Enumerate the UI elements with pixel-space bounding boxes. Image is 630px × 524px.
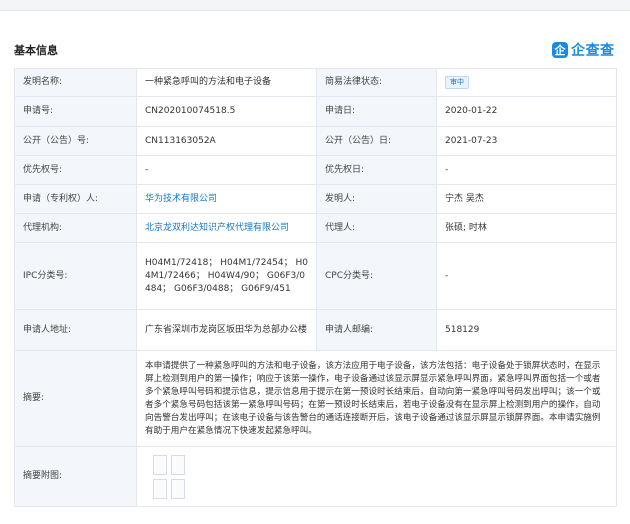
applicant-label: 申请（专利权）人:: [14, 184, 137, 214]
publication-number-label: 公开（公告）号:: [14, 126, 137, 156]
brand-name: 企查查: [571, 43, 615, 59]
table-row: 申请（专利权）人: 华为技术有限公司 发明人: 宁杰 吴杰: [14, 184, 617, 214]
applicant-address-value: 广东省深圳市龙岗区坂田华为总部办公楼: [136, 309, 317, 351]
table-row: 申请人地址: 广东省深圳市龙岗区坂田华为总部办公楼 申请人邮编: 518129: [14, 309, 617, 351]
table-row: 申请号: CN202010074518.5 申请日: 2020-01-22: [14, 96, 617, 127]
cpc-label: CPC分类号:: [316, 242, 437, 310]
figure-thumbnail: [153, 454, 167, 475]
top-strip: [0, 0, 630, 11]
abstract-figure[interactable]: [145, 451, 608, 503]
basic-info-table: 发明名称: 一种紧急呼叫的方法和电子设备 简易法律状态: 审中 申请号: CN2…: [14, 68, 617, 507]
brand-logo-icon: 企: [552, 42, 568, 58]
abstract-text: 本申请提供了一种紧急呼叫的方法和电子设备，该方法应用于电子设备，该方法包括：电子…: [136, 350, 617, 447]
application-date-label: 申请日:: [316, 96, 437, 127]
publication-date-label: 公开（公告）日:: [316, 126, 437, 156]
applicant-link[interactable]: 华为技术有限公司: [145, 194, 217, 204]
table-row: 代理机构: 北京龙双利达知识产权代理有限公司 代理人: 张硕; 时林: [14, 213, 617, 243]
table-row: 发明名称: 一种紧急呼叫的方法和电子设备 简易法律状态: 审中: [14, 68, 617, 97]
table-row: 公开（公告）号: CN113163052A 公开（公告）日: 2021-07-2…: [14, 126, 617, 156]
ipc-label: IPC分类号:: [14, 242, 137, 310]
section-title: 基本信息: [14, 44, 58, 57]
table-row: IPC分类号: H04M1/72418； H04M1/72454； H04M1/…: [14, 242, 617, 310]
abstract-figure-label: 摘要附图:: [14, 446, 137, 507]
publication-date-value: 2021-07-23: [436, 126, 617, 156]
publication-number-value: CN113163052A: [136, 126, 317, 156]
applicant-postcode-value: 518129: [436, 309, 617, 351]
priority-date-value: -: [436, 155, 617, 185]
abstract-label: 摘要:: [14, 350, 137, 447]
agency-link[interactable]: 北京龙双利达知识产权代理有限公司: [145, 223, 289, 233]
table-row: 摘要附图:: [14, 446, 617, 507]
application-number-label: 申请号:: [14, 96, 137, 127]
table-row: 优先权号: - 优先权日: -: [14, 155, 617, 185]
application-date-value: 2020-01-22: [436, 96, 617, 127]
applicant-postcode-label: 申请人邮编:: [316, 309, 437, 351]
figure-thumbnail: [171, 478, 185, 499]
figure-thumbnail: [153, 478, 167, 499]
cpc-value: -: [436, 242, 617, 310]
invention-name-value: 一种紧急呼叫的方法和电子设备: [136, 68, 317, 97]
inventor-label: 发明人:: [316, 184, 437, 214]
table-row: 摘要: 本申请提供了一种紧急呼叫的方法和电子设备，该方法应用于电子设备，该方法包…: [14, 350, 617, 447]
legal-status-label: 简易法律状态:: [316, 68, 437, 97]
priority-number-value: -: [136, 155, 317, 185]
ipc-value: H04M1/72418； H04M1/72454； H04M1/72466； H…: [136, 242, 317, 310]
invention-name-label: 发明名称:: [14, 68, 137, 97]
inventor-value: 宁杰 吴杰: [436, 184, 617, 214]
figure-thumbnail: [171, 454, 185, 475]
legal-status-badge: 审中: [445, 76, 469, 89]
agent-value: 张硕; 时林: [436, 213, 617, 243]
agency-label: 代理机构:: [14, 213, 137, 243]
application-number-value: CN202010074518.5: [136, 96, 317, 127]
priority-date-label: 优先权日:: [316, 155, 437, 185]
agent-label: 代理人:: [316, 213, 437, 243]
priority-number-label: 优先权号:: [14, 155, 137, 185]
applicant-address-label: 申请人地址:: [14, 309, 137, 351]
qichacha-logo[interactable]: 企 企查查: [552, 40, 615, 60]
